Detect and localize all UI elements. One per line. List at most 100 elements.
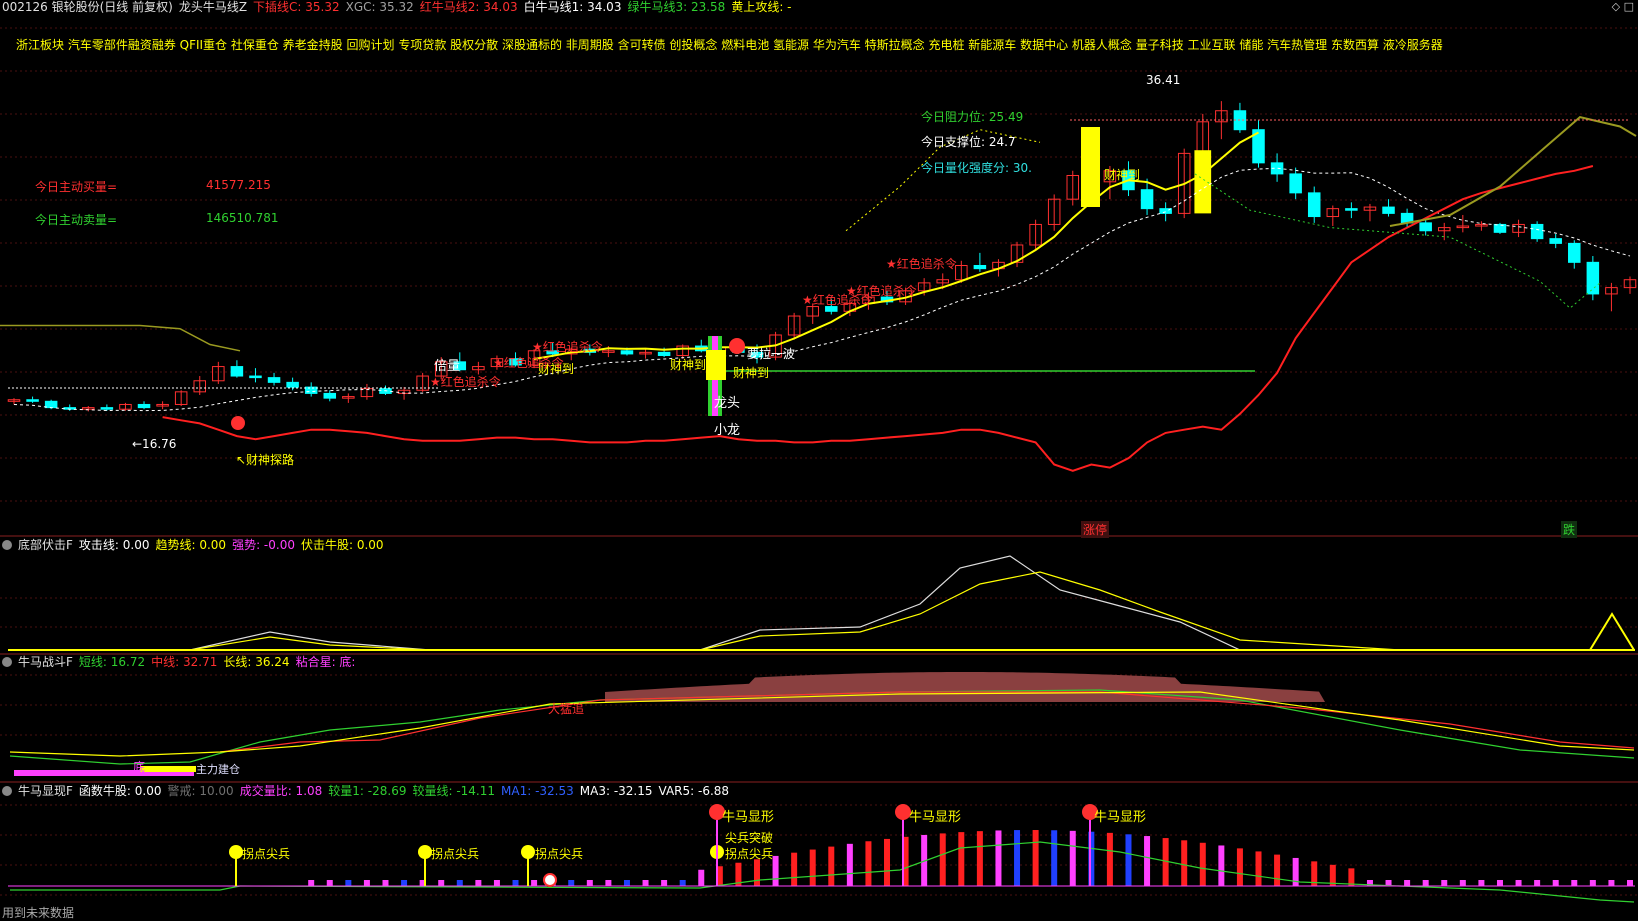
panel3-values: 函数牛股: 0.00 警戒: 10.00 成交量比: 1.08 较量1: -28.69… [79,784,735,798]
score-label: 今日量化强度分: 30. [921,161,1032,175]
candle-body [973,265,987,270]
candle-body [1419,222,1432,232]
volume-bar [1404,880,1411,886]
candle-body [304,386,318,394]
panel3-item-0: 函数牛股: 0.00 [78,784,162,798]
candle-body [1530,223,1544,240]
hongse-label-6: ★红色追杀令 [886,257,957,271]
longtou-bar-yellow [706,350,726,380]
volume-bar [976,831,983,886]
volume-bar [1236,848,1243,886]
volume-bar [995,830,1002,886]
panel1-attack-line [10,555,1600,651]
candle-body [323,392,337,399]
longtou-label: 龙头 [714,396,741,411]
guaidian-label-4: 拐点尖兵 [725,847,774,861]
panel2-anno-di: 底 [133,760,146,774]
candle-body [230,366,244,377]
volume-bar [753,859,760,886]
candle-body [620,350,634,355]
candle-body [1586,261,1600,295]
volume-bar [326,880,333,886]
caishen-dao-label-2: 财神到 [670,358,707,372]
volume-bar [401,880,408,886]
panel1-item-1: 趋势线: 0.00 [155,538,227,552]
olive-line-right [1389,116,1637,227]
panel3-name[interactable]: 牛马显现F [18,784,73,798]
volume-bar [772,855,779,886]
volume-bar [605,880,612,886]
panel3-item-4: 较量线: -14.11 [412,784,496,798]
panel1-item-0: 攻击线: 0.00 [78,538,150,552]
candle-body [44,400,58,409]
red-long-line [162,165,1594,472]
candle-body [1493,223,1507,233]
candle-body [1568,242,1581,263]
caishen-dao-label-3: 财神到 [733,366,770,380]
volume-bar [1478,880,1485,886]
candle-body [1345,208,1358,211]
hongse-label-3: ★红色追杀令 [532,340,603,354]
volume-bar [568,880,575,886]
volume-bar [363,880,370,886]
candle-body [1140,189,1154,210]
volume-bar [1608,880,1615,886]
volume-bar [1218,845,1225,886]
volume-bar [698,869,705,886]
volume-bar [493,880,500,886]
hongse-label-1: ★红色追杀令 [430,375,501,389]
volume-bar [345,880,352,886]
volume-bar [456,880,463,886]
panel-indicator-icon[interactable] [2,657,12,667]
volume-bar [1589,880,1596,886]
candle-body [286,381,299,388]
panel2-yellow-band [140,766,196,772]
bang-signal-icon [729,338,745,354]
volume-bar [1199,842,1206,886]
volume-bar [1515,880,1522,886]
support-label: 今日支撑位: 24.7 [921,135,1016,149]
hongse-label-5: ★红色追杀令 [846,284,917,298]
volume-bar [642,880,649,886]
guaidian-label-1: 拐点尖兵 [242,847,291,861]
panel3-item-5: MA1: -32.53 [501,784,574,798]
zhangting-badge: 涨停 [1081,521,1110,538]
volume-bar [1422,880,1429,886]
panel2-name[interactable]: 牛马战斗F [18,655,73,669]
volume-bar [623,880,630,886]
panel-indicator-icon[interactable] [2,786,12,796]
guaidian-label-3: 拐点尖兵 [535,847,584,861]
candle-body [657,351,671,357]
volume-bar [1255,851,1262,886]
xianxing-label-3: 牛马显形 [1094,810,1147,825]
volume-bar [1125,834,1132,886]
candle-body [100,407,114,410]
high-label: 36.41 [1146,73,1181,87]
volume-bar [1441,880,1448,886]
zhangting-bar [1081,127,1100,207]
volume-bar [958,832,965,886]
volume-bar [791,852,798,886]
resist-label: 今日阻力位: 25.49 [921,110,1024,124]
panel3-item-6: MA3: -32.15 [579,784,653,798]
volume-bar [1274,854,1281,886]
buy-signal-icon [231,416,245,430]
caishen-tanlu-label: ↖财神探路 [236,453,295,467]
panel3-title: 牛马显现F 函数牛股: 0.00 警戒: 10.00 成交量比: 1.08 较量1: -… [2,783,741,799]
panel1-name[interactable]: 底部伏击F [18,538,73,552]
candle-body [1549,238,1562,244]
panel1-trend-line [10,571,1600,651]
guaidian-label-2: 拐点尖兵 [431,847,480,861]
candle-body [1382,206,1395,214]
volume-bar [679,880,686,886]
panel2-item-0: 短线: 16.72 [78,655,146,669]
guaidian-icon-1 [418,845,432,859]
volume-bar [1144,836,1151,886]
green-dotted-line [1194,173,1601,309]
volume-bar [382,880,389,886]
white-bull-line [13,167,1631,412]
volume-bar [1571,880,1578,886]
yila-label: 要拉一波 [747,347,796,361]
panel-indicator-icon[interactable] [2,540,12,550]
die-badge: 跌 [1561,521,1578,538]
